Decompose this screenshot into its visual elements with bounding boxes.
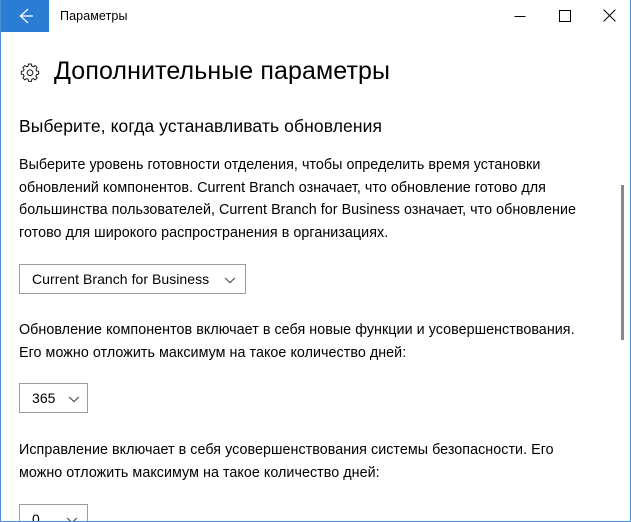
quality-defer-days-dropdown[interactable]: 0 <box>19 504 88 521</box>
section-title: Выберите, когда устанавливать обновления <box>19 116 383 136</box>
quality-defer-row: 0 <box>2 484 630 521</box>
chevron-down-icon <box>224 273 236 285</box>
window-controls <box>497 0 630 31</box>
quality-defer-days-value: 0 <box>32 511 40 521</box>
gear-icon <box>19 62 41 84</box>
minimize-button[interactable] <box>497 0 542 31</box>
chevron-down-icon <box>68 392 80 404</box>
branch-readiness-value: Current Branch for Business <box>32 271 210 287</box>
back-button[interactable] <box>1 0 49 32</box>
page-title: Дополнительные параметры <box>54 57 391 85</box>
quality-update-description-text: Исправление включает в себя усовершенств… <box>19 442 554 481</box>
feature-update-description-text: Обновление компонентов включает в себя н… <box>19 322 575 361</box>
maximize-icon <box>558 9 571 22</box>
branch-description-text: Выберите уровень готовности отделения, ч… <box>19 157 577 241</box>
feature-defer-days-value: 365 <box>32 390 56 406</box>
scrollbar-thumb[interactable] <box>621 185 624 340</box>
feature-defer-days-dropdown[interactable]: 365 <box>19 383 88 413</box>
settings-window: Параметры Дополнительные параметры Выбер… <box>0 0 631 522</box>
arrow-left-icon <box>14 5 36 27</box>
window-title: Параметры <box>60 9 128 23</box>
feature-defer-row: 365 <box>2 364 630 413</box>
branch-readiness-dropdown[interactable]: Current Branch for Business <box>19 264 246 294</box>
maximize-button[interactable] <box>542 0 587 31</box>
branch-readiness-row: Current Branch for Business <box>2 244 630 294</box>
chevron-down-icon <box>66 513 78 521</box>
page-header: Дополнительные параметры <box>19 56 630 86</box>
close-icon <box>603 9 616 22</box>
minimize-icon <box>514 10 526 22</box>
content-area: Дополнительные параметры Выберите, когда… <box>2 33 630 521</box>
title-bar: Параметры <box>1 0 630 33</box>
vertical-scrollbar[interactable] <box>617 33 628 521</box>
close-button[interactable] <box>587 0 630 31</box>
